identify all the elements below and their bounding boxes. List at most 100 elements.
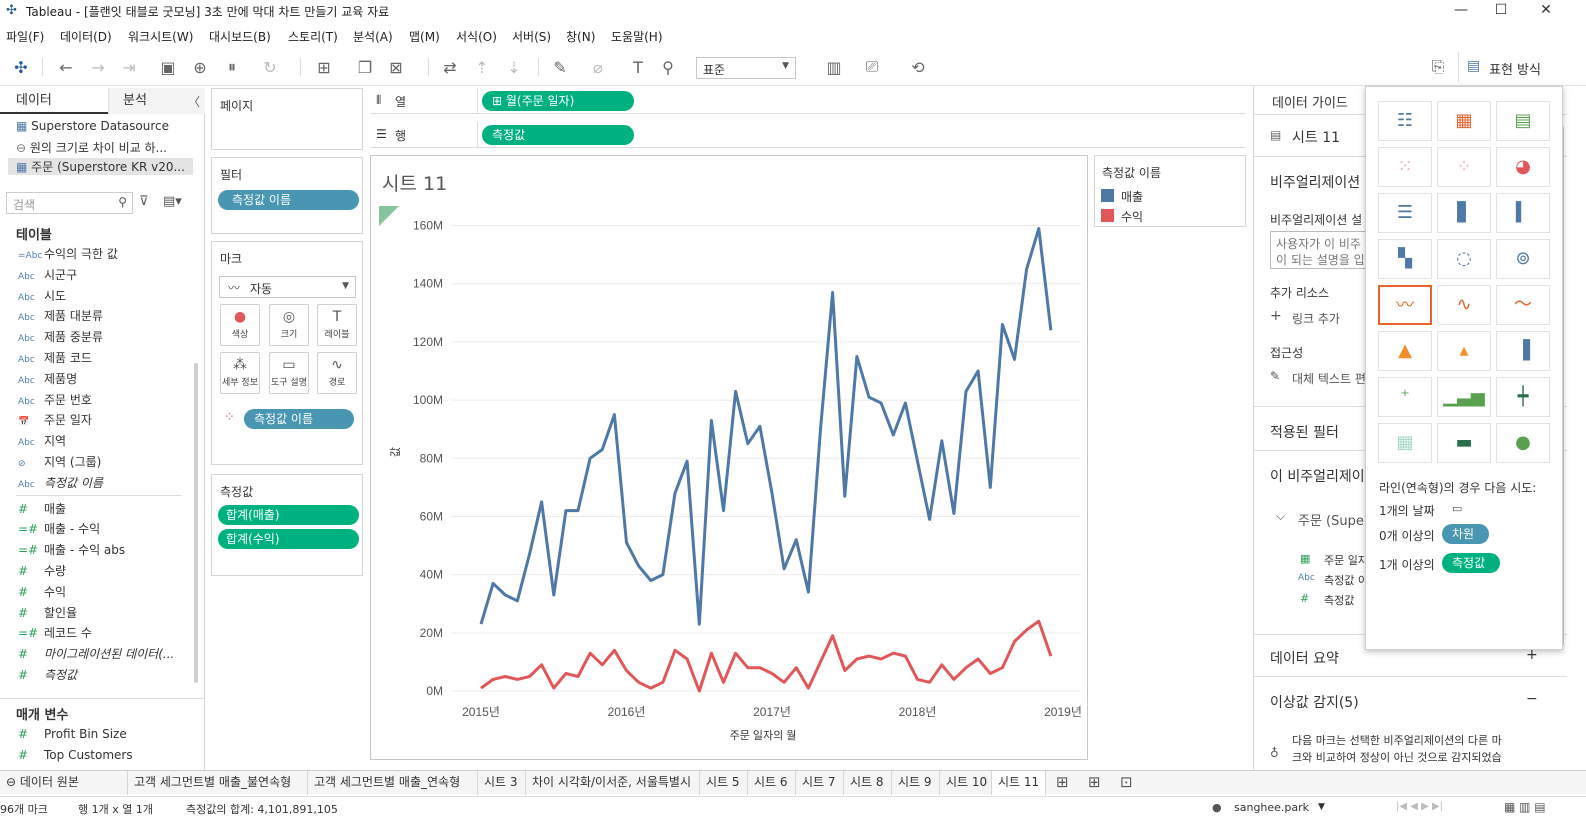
labels-icon[interactable]: T: [628, 57, 648, 77]
field-item[interactable]: ⊘ 지역 (그룹): [18, 452, 188, 472]
field-item[interactable]: 📅 주문 일자: [18, 410, 188, 430]
field-item[interactable]: Abc 제품명: [18, 369, 188, 389]
sheet-tab[interactable]: 시트 3: [478, 771, 526, 795]
chevron-down-icon[interactable]: ▼: [1318, 802, 1325, 812]
new-worksheet-icon[interactable]: ⊞: [314, 57, 334, 77]
measure-values-card[interactable]: 측정값 합계(매출) 합계(수익): [211, 474, 363, 576]
sheet-tab[interactable]: 차이 시각화/이서준, 서울특별시: [526, 771, 700, 795]
columns-pill[interactable]: ⊞ 월(주문 일자): [482, 91, 634, 111]
chart-type-thumbnail[interactable]: 〰: [1378, 285, 1432, 325]
chart-type-thumbnail[interactable]: ⁙: [1378, 147, 1432, 187]
size-button[interactable]: ◎ 크기: [269, 304, 309, 346]
menu-worksheet[interactable]: 워크시트(W): [128, 28, 193, 45]
outliers-header[interactable]: 이상값 감지(5): [1270, 692, 1359, 712]
field-item[interactable]: # Top Customers: [18, 745, 188, 765]
chart-type-thumbnail[interactable]: ▴: [1437, 331, 1491, 371]
minimize-button[interactable]: —: [1441, 0, 1481, 22]
datasource-item[interactable]: ⊖ 원의 크기로 차이 비교 하...: [16, 139, 196, 156]
duplicate-sheet-icon[interactable]: ❐: [355, 57, 375, 77]
path-button[interactable]: ∿ 경로: [317, 352, 357, 394]
field-item[interactable]: Abc 시도: [18, 286, 188, 306]
menu-data[interactable]: 데이터(D): [60, 28, 112, 45]
mark-type-select[interactable]: 〰 자동 ▼: [219, 276, 356, 298]
sheet-tab[interactable]: 시트 6: [748, 771, 796, 795]
menu-analysis[interactable]: 분석(A): [353, 28, 393, 45]
tableau-home-icon[interactable]: ✣: [11, 57, 31, 77]
label-button[interactable]: T 레이블: [317, 304, 357, 346]
redo-icon[interactable]: →: [88, 57, 108, 77]
field-item[interactable]: # 매출: [18, 499, 188, 519]
show-cards-icon[interactable]: ▥: [824, 57, 844, 77]
chart-type-thumbnail[interactable]: ⁘: [1437, 147, 1491, 187]
filters-shelf[interactable]: 필터 측정값 이름: [211, 157, 363, 234]
paint-brush-icon[interactable]: ⎘: [1428, 57, 1448, 77]
collapse-section-icon[interactable]: −: [1526, 691, 1538, 707]
filter-icon[interactable]: ⊽: [139, 194, 149, 209]
field-item[interactable]: Abc 제품 대분류: [18, 306, 188, 326]
refresh-icon[interactable]: ↻: [260, 57, 280, 77]
field-item[interactable]: =Abc 수익의 극한 값: [18, 244, 188, 264]
view-options-icon[interactable]: ▤▾: [163, 194, 182, 209]
collapse-icon[interactable]: 〈: [188, 93, 200, 110]
sheet-tab[interactable]: 고객 세그먼트별 매출_불연속형: [128, 771, 308, 795]
new-story-icon[interactable]: ⊡: [1120, 773, 1133, 791]
field-item[interactable]: =# 매출 - 수익 abs: [18, 540, 188, 560]
field-item[interactable]: Abc 지역: [18, 431, 188, 451]
chart-type-thumbnail[interactable]: ⊚: [1496, 239, 1550, 279]
chart-type-thumbnail[interactable]: 〜: [1496, 285, 1550, 325]
chart-type-thumbnail[interactable]: ⁺: [1378, 377, 1432, 417]
field-item[interactable]: # 측정값: [18, 665, 188, 685]
fit-select[interactable]: 표준 ▼: [696, 57, 796, 79]
menu-dashboard[interactable]: 대시보드(B): [209, 28, 271, 45]
chevron-down-icon[interactable]: ⌵: [1276, 509, 1285, 524]
menu-window[interactable]: 창(N): [566, 28, 595, 45]
field-item[interactable]: # 할인율: [18, 603, 188, 623]
field-item[interactable]: Abc 제품 중분류: [18, 327, 188, 347]
field-item[interactable]: =# 매출 - 수익: [18, 519, 188, 539]
presentation-icon[interactable]: ⎚: [862, 57, 882, 77]
replay-icon[interactable]: ⇥: [119, 57, 139, 77]
chart-type-thumbnail[interactable]: ▲: [1378, 331, 1432, 371]
chart-type-thumbnail[interactable]: ▐: [1496, 331, 1550, 371]
field-item[interactable]: Abc 측정값 이름: [18, 473, 188, 493]
chart-type-thumbnail[interactable]: ▁▃▅: [1437, 377, 1491, 417]
chart-type-thumbnail[interactable]: ☰: [1378, 193, 1432, 233]
field-item[interactable]: # 마이그레이션된 데이터(...: [18, 644, 188, 664]
detail-button[interactable]: ⁂ 세부 정보: [220, 352, 260, 394]
new-worksheet-icon[interactable]: ⊞: [1056, 773, 1069, 791]
highlight-icon[interactable]: ✎: [550, 57, 570, 77]
summary-header[interactable]: 데이터 요약: [1270, 648, 1339, 668]
color-pill[interactable]: 측정값 이름: [244, 409, 354, 429]
rows-shelf[interactable]: ☰ 행 측정값: [370, 122, 1246, 148]
maximize-button[interactable]: ☐: [1481, 0, 1521, 22]
chart-type-thumbnail[interactable]: ◌: [1437, 239, 1491, 279]
sort-ascending-icon[interactable]: ⇡: [472, 57, 492, 77]
chart-type-thumbnail[interactable]: ▍: [1496, 193, 1550, 233]
close-button[interactable]: ✕: [1526, 0, 1566, 22]
color-legend[interactable]: 측정값 이름 매출 수익: [1094, 155, 1246, 227]
tab-data[interactable]: 데이터: [0, 88, 108, 114]
user-name[interactable]: sanghee.park: [1234, 801, 1309, 814]
clear-sheet-icon[interactable]: ⊠: [386, 57, 406, 77]
menu-story[interactable]: 스토리(T): [288, 28, 338, 45]
viz-desc-input[interactable]: 사용자가 이 비주 이 되는 설명을 입: [1270, 231, 1370, 269]
new-dashboard-icon[interactable]: ⊞: [1088, 773, 1101, 791]
measure-pill-profit[interactable]: 합계(수익): [218, 529, 359, 549]
sheet-tab[interactable]: 시트 11: [992, 771, 1046, 795]
search-input[interactable]: 검색 ⚲: [6, 192, 133, 214]
chart-type-thumbnail[interactable]: ●: [1496, 423, 1550, 463]
chart-type-thumbnail[interactable]: ▋: [1437, 193, 1491, 233]
chart-type-thumbnail[interactable]: ◕: [1496, 147, 1550, 187]
field-item[interactable]: # Profit Bin Size: [18, 724, 188, 744]
chart-type-thumbnail[interactable]: ∿: [1437, 285, 1491, 325]
pages-shelf[interactable]: 페이지: [211, 88, 363, 150]
undo-icon[interactable]: ←: [56, 57, 76, 77]
group-icon[interactable]: ⌀: [588, 57, 608, 77]
line-chart[interactable]: 0M 20M 40M 60M 80M 100M 120M 140M 160M 2015년 2016년…: [371, 156, 1087, 759]
chart-type-thumbnail[interactable]: ▦: [1378, 423, 1432, 463]
chart-type-thumbnail[interactable]: ▦: [1437, 101, 1491, 141]
field-item[interactable]: # 수익: [18, 582, 188, 602]
worksheet-view[interactable]: 시트 11 0M 20M 40M 60M 80M 100M 120M 140M 160M 2015…: [370, 155, 1088, 760]
field-item[interactable]: =# 레코드 수: [18, 623, 188, 643]
columns-shelf[interactable]: ⦀ 열 ⊞ 월(주문 일자): [370, 88, 1246, 114]
